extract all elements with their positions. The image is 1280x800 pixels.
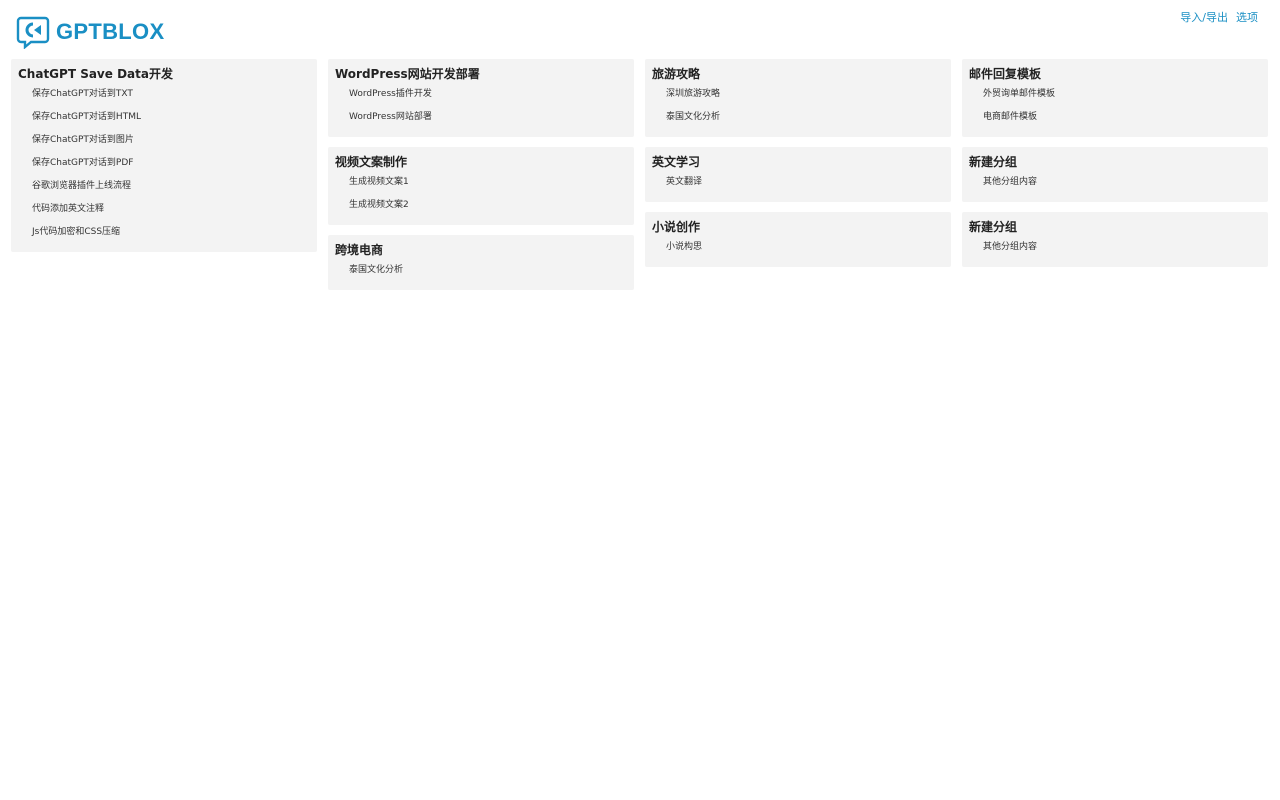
prompt-group: ChatGPT Save Data开发 保存ChatGPT对话到TXT 保存Chat…: [11, 59, 317, 252]
prompt-group: 英文学习 英文翻译: [645, 147, 951, 202]
prompt-item[interactable]: 其他分组内容: [969, 175, 1261, 189]
import-export-link[interactable]: 导入/导出: [1180, 9, 1228, 25]
prompt-item[interactable]: 深圳旅游攻略: [652, 87, 944, 101]
group-title[interactable]: ChatGPT Save Data开发: [18, 66, 310, 82]
prompt-item[interactable]: 保存ChatGPT对话到TXT: [18, 87, 310, 101]
prompt-group: 小说创作 小说构思: [645, 212, 951, 267]
prompt-group: 视频文案制作 生成视频文案1 生成视频文案2: [328, 147, 634, 225]
prompt-item[interactable]: WordPress插件开发: [335, 87, 627, 101]
prompt-item[interactable]: 电商邮件模板: [969, 110, 1261, 124]
group-title[interactable]: 视频文案制作: [335, 154, 627, 170]
prompt-item[interactable]: 小说构思: [652, 240, 944, 254]
prompt-item[interactable]: 谷歌浏览器插件上线流程: [18, 179, 310, 193]
column: ChatGPT Save Data开发 保存ChatGPT对话到TXT 保存Chat…: [11, 59, 317, 252]
prompt-item[interactable]: 保存ChatGPT对话到图片: [18, 133, 310, 147]
group-title[interactable]: 新建分组: [969, 219, 1261, 235]
top-links: 导入/导出 选项: [1180, 9, 1258, 25]
logo-text: GPTBLOX: [56, 19, 165, 44]
prompt-item[interactable]: 泰国文化分析: [652, 110, 944, 124]
group-columns: ChatGPT Save Data开发 保存ChatGPT对话到TXT 保存Chat…: [11, 59, 1268, 290]
column: 邮件回复模板 外贸询单邮件模板 电商邮件模板 新建分组 其他分组内容 新建分组 其他分组内容: [962, 59, 1268, 267]
page: GPTBLOX 导入/导出 选项 ChatGPT Save Data开发 保存Ch…: [0, 0, 1280, 800]
group-title[interactable]: WordPress网站开发部署: [335, 66, 627, 82]
prompt-item[interactable]: 泰国文化分析: [335, 263, 627, 277]
prompt-group: 新建分组其他分组内容: [962, 212, 1268, 267]
prompt-item[interactable]: WordPress网站部署: [335, 110, 627, 124]
prompt-group: WordPress网站开发部署 WordPress插件开发 WordPress网站部…: [328, 59, 634, 137]
prompt-group: 旅游攻略深圳旅游攻略 泰国文化分析: [645, 59, 951, 137]
group-title[interactable]: 英文学习: [652, 154, 944, 170]
chat-camera-logo-icon: [16, 15, 50, 50]
header: GPTBLOX 导入/导出 选项: [0, 0, 1280, 58]
prompt-item[interactable]: 保存ChatGPT对话到PDF: [18, 156, 310, 170]
column: WordPress网站开发部署 WordPress插件开发 WordPress网站部…: [328, 59, 634, 290]
group-title[interactable]: 小说创作: [652, 219, 944, 235]
group-title[interactable]: 旅游攻略: [652, 66, 944, 82]
prompt-group: 新建分组其他分组内容: [962, 147, 1268, 202]
group-title[interactable]: 跨境电商: [335, 242, 627, 258]
prompt-item[interactable]: 生成视频文案1: [335, 175, 627, 189]
group-title[interactable]: 新建分组: [969, 154, 1261, 170]
options-link[interactable]: 选项: [1236, 9, 1258, 25]
column: 旅游攻略深圳旅游攻略 泰国文化分析 英文学习英文翻译小说创作小说构思: [645, 59, 951, 267]
prompt-group: 邮件回复模板 外贸询单邮件模板 电商邮件模板: [962, 59, 1268, 137]
prompt-item[interactable]: 英文翻译: [652, 175, 944, 189]
prompt-item[interactable]: 代码添加英文注释: [18, 202, 310, 216]
prompt-item[interactable]: 外贸询单邮件模板: [969, 87, 1261, 101]
prompt-item[interactable]: 其他分组内容: [969, 240, 1261, 254]
prompt-item[interactable]: 生成视频文案2: [335, 198, 627, 212]
prompt-item[interactable]: Js代码加密和CSS压缩: [18, 225, 310, 239]
logo[interactable]: GPTBLOX: [16, 15, 165, 50]
prompt-group: 跨境电商泰国文化分析: [328, 235, 634, 290]
group-title[interactable]: 邮件回复模板: [969, 66, 1261, 82]
prompt-item[interactable]: 保存ChatGPT对话到HTML: [18, 110, 310, 124]
